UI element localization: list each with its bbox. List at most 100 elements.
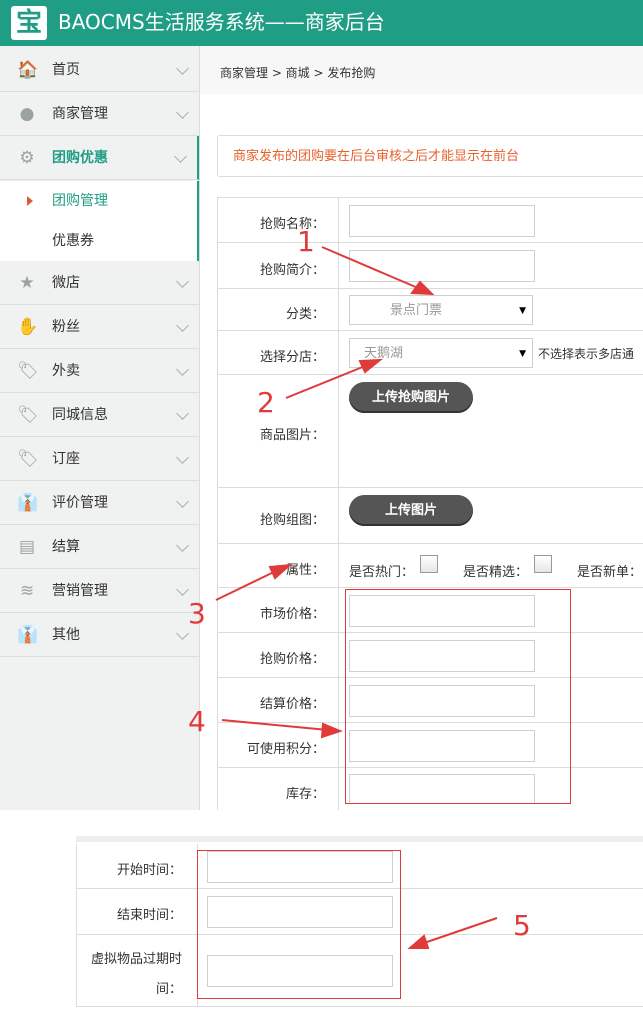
sidebar-item-label: 其他 [52, 627, 80, 643]
time-form-row-line [76, 1006, 643, 1007]
hot-label: 是否热门： [349, 565, 415, 580]
star-icon: ★ [19, 273, 35, 293]
highlight-box-times [197, 850, 401, 999]
expire-time-label-line1: 虚拟物品过期时 [90, 952, 182, 967]
logo: 宝 [11, 6, 47, 40]
submenu-groupbuy: 团购管理 优惠券 [0, 181, 199, 261]
tag-icon: 🏷 [17, 405, 39, 425]
category-select[interactable]: 景点门票 ▼ [349, 295, 533, 325]
settle-price-label: 结算价格： [259, 697, 325, 712]
sidebar-item-marketing[interactable]: ≋ 营销管理 [0, 569, 199, 613]
chevron-down-icon [176, 275, 189, 288]
shop-value: 天鹅湖 [364, 346, 404, 361]
end-time-label: 结束时间： [116, 908, 182, 923]
chevron-down-icon [176, 319, 189, 332]
chevron-down-icon [176, 106, 189, 119]
tie-icon: 👔 [17, 493, 39, 513]
sidebar-item-other[interactable]: 👔 其他 [0, 613, 199, 657]
sidebar-item-label: 订座 [52, 451, 80, 467]
chevron-down-icon [176, 539, 189, 552]
sidebar-item-label: 营销管理 [52, 583, 108, 599]
annotation-number-2: 2 [257, 386, 275, 419]
pick-label: 是否精选： [463, 565, 529, 580]
gear-icon: ⚙ [19, 148, 35, 168]
category-value: 景点门票 [390, 303, 443, 318]
tie-icon: 👔 [17, 625, 39, 645]
home-icon: 🏠 [17, 60, 39, 80]
sidebar-item-label: 微店 [52, 275, 80, 291]
chevron-down-icon [176, 627, 189, 640]
sidebar-item-merchant[interactable]: ● 商家管理 [0, 92, 199, 136]
highlight-box-prices [345, 589, 571, 804]
upload-image-button[interactable]: 上传抢购图片 [349, 382, 473, 413]
dropdown-arrow-icon: ▼ [519, 306, 526, 316]
sidebar-item-label: 团购优惠 [52, 150, 108, 166]
chevron-down-icon [176, 407, 189, 420]
new-label: 是否新单： [577, 565, 643, 580]
pick-checkbox[interactable] [534, 555, 552, 573]
submenu-item-groupbuy-manage[interactable]: 团购管理 [0, 181, 197, 221]
points-label: 可使用积分： [246, 742, 325, 757]
submenu-item-coupon[interactable]: 优惠券 [0, 221, 197, 261]
breadcrumb-text: 商家管理 > 商城 > 发布抢购 [220, 66, 376, 80]
sidebar-item-weidian[interactable]: ★ 微店 [0, 261, 199, 305]
chevron-down-icon [176, 451, 189, 464]
app-header: 宝 BAOCMS生活服务系统——商家后台 [0, 0, 643, 46]
bank-icon: ▤ [18, 537, 36, 557]
tag-icon: 🏷 [17, 361, 39, 381]
user-icon: ● [19, 104, 35, 124]
chevron-down-icon [176, 583, 189, 596]
dropdown-arrow-icon: ▼ [519, 349, 526, 359]
chevron-down-icon [176, 363, 189, 376]
stock-label: 库存： [285, 787, 325, 802]
name-label: 抢购名称： [259, 217, 325, 232]
shop-label: 选择分店： [259, 350, 325, 365]
chevron-down-icon [174, 150, 187, 163]
annotation-number-4: 4 [188, 705, 206, 738]
notice-box: 商家发布的团购要在后台审核之后才能显示在前台 [217, 135, 643, 177]
sidebar-item-local-info[interactable]: 🏷 同城信息 [0, 393, 199, 437]
sidebar-item-groupbuy[interactable]: ⚙ 团购优惠 [0, 136, 199, 180]
sidebar-item-takeout[interactable]: 🏷 外卖 [0, 349, 199, 393]
screenshot-gap [0, 811, 643, 835]
shop-hint: 不选择表示多店通 [538, 347, 635, 361]
shop-select[interactable]: 天鹅湖 ▼ [349, 338, 533, 368]
sidebar-item-booking[interactable]: 🏷 订座 [0, 437, 199, 481]
sidebar-item-reviews[interactable]: 👔 评价管理 [0, 481, 199, 525]
sidebar-item-label: 同城信息 [52, 407, 108, 423]
submenu-item-label: 团购管理 [52, 193, 108, 209]
sidebar-item-fans[interactable]: ✋ 粉丝 [0, 305, 199, 349]
annotation-number-5: 5 [513, 909, 531, 942]
sale-price-label: 抢购价格： [259, 652, 325, 667]
sidebar-item-label: 商家管理 [52, 106, 108, 122]
caret-right-icon [27, 196, 33, 206]
tag-icon: 🏷 [17, 449, 39, 469]
image-label: 商品图片： [259, 428, 325, 443]
submenu-item-label: 优惠券 [52, 233, 94, 249]
app-title: BAOCMS生活服务系统——商家后台 [58, 10, 385, 34]
annotation-number-1: 1 [297, 225, 315, 258]
hot-checkbox[interactable] [420, 555, 438, 573]
sidebar-item-label: 结算 [52, 539, 80, 555]
sidebar-item-label: 评价管理 [52, 495, 108, 511]
layers-icon: ≋ [19, 581, 35, 601]
category-label: 分类： [285, 307, 325, 322]
sidebar-item-label: 粉丝 [52, 319, 80, 335]
sidebar-item-label: 外卖 [52, 363, 80, 379]
intro-label: 抢购简介： [259, 263, 325, 278]
intro-input[interactable] [349, 250, 535, 282]
start-time-label: 开始时间： [116, 863, 182, 878]
sidebar-item-label: 首页 [52, 62, 80, 78]
chevron-down-icon [176, 495, 189, 508]
gallery-label: 抢购组图： [259, 513, 325, 528]
sidebar-item-home[interactable]: 🏠 首页 [0, 48, 199, 92]
sidebar-item-settlement[interactable]: ▤ 结算 [0, 525, 199, 569]
expire-time-label-line2: 间： [155, 982, 182, 997]
name-input[interactable] [349, 205, 535, 237]
breadcrumb: 商家管理 > 商城 > 发布抢购 [200, 46, 643, 94]
attr-label: 属性： [285, 563, 325, 578]
notice-text: 商家发布的团购要在后台审核之后才能显示在前台 [233, 149, 520, 164]
market-price-label: 市场价格： [259, 607, 325, 622]
hand-icon: ✋ [17, 317, 39, 337]
upload-gallery-button[interactable]: 上传图片 [349, 495, 473, 526]
